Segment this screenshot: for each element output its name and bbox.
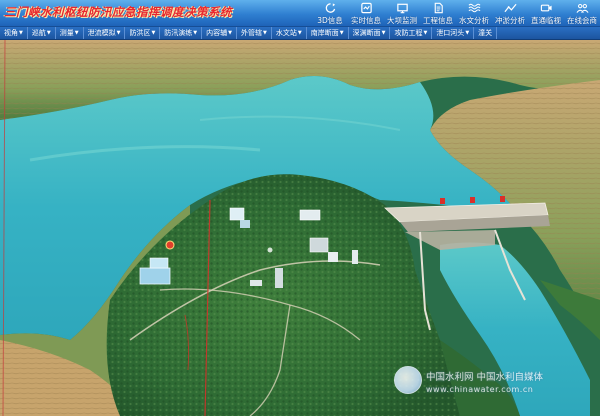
tool-label: 冲淤分析 <box>495 16 525 25</box>
menu-inner-jurisdiction[interactable]: 内容辅 ▼ <box>202 27 238 39</box>
watermark: 中国水利网 中国水利自媒体 www.chinawater.com.cn <box>394 366 594 410</box>
menu-flood-drill[interactable]: 防汛演练 ▼ <box>160 27 203 39</box>
caret-down-icon: ▼ <box>263 30 267 36</box>
tool-label: 水文分析 <box>459 16 489 25</box>
menu-label: 巡航 <box>31 29 46 37</box>
tool-label: 工程信息 <box>423 16 453 25</box>
caret-down-icon: ▼ <box>46 30 51 36</box>
caret-down-icon: ▼ <box>19 30 23 36</box>
menu-label: 防汛演练 <box>164 29 193 37</box>
dam-monitor-icon <box>396 3 408 14</box>
caret-down-icon: ▼ <box>297 30 302 36</box>
3d-scene-viewport[interactable]: 中国水利网 中国水利自媒体 www.chinawater.com.cn <box>0 40 600 416</box>
menu-label: 泄口河头 <box>436 29 465 37</box>
conference-icon <box>576 3 588 13</box>
watermark-line2: www.chinawater.com.cn <box>426 385 534 394</box>
menu-deep-section[interactable]: 深渊断面 ▼ <box>349 27 391 39</box>
menu-outlet-head[interactable]: 泄口河头 ▼ <box>432 27 475 39</box>
caret-down-icon: ▼ <box>228 30 233 36</box>
tool-label: 实时信息 <box>351 16 381 25</box>
waves-icon <box>468 3 480 13</box>
erosion-icon <box>503 3 517 13</box>
caret-down-icon: ▼ <box>465 30 470 36</box>
point-marker-icon[interactable] <box>267 247 273 253</box>
menu-cruise[interactable]: 巡航 ▼ <box>28 27 56 39</box>
title-bar: 三门峡水利枢纽防汛应急指挥调度决策系统 3D信息 实时信息 大坝监测 工程信息 … <box>0 0 600 27</box>
caret-down-icon: ▼ <box>339 30 344 36</box>
tool-dam-monitor[interactable]: 大坝监测 <box>384 0 420 27</box>
menu-tongguan[interactable]: 潼关 <box>474 27 498 39</box>
tool-3d-info[interactable]: 3D信息 <box>312 0 348 27</box>
menu-label: 防洪区 <box>129 29 151 37</box>
tool-hydro-analysis[interactable]: 水文分析 <box>456 0 492 27</box>
camera-icon <box>540 4 552 12</box>
menu-label: 深渊断面 <box>352 29 381 37</box>
watermark-logo-icon <box>394 366 422 394</box>
tool-erosion-analysis[interactable]: 冲淤分析 <box>492 0 528 27</box>
menu-south-section[interactable]: 南岸断面 ▼ <box>307 27 349 39</box>
menu-bar: 视角 ▼ 巡航 ▼ 测量 ▼ 泄流模拟 ▼ 防洪区 ▼ 防汛演练 ▼ 内容辅 ▼ 外管辖 ▼ 水… <box>0 27 600 40</box>
document-icon <box>434 2 443 14</box>
location-marker-icon[interactable] <box>165 240 175 250</box>
menu-label: 视角 <box>4 29 18 37</box>
menu-label: 外管辖 <box>241 29 263 37</box>
tool-label: 直通临视 <box>531 16 561 25</box>
tool-live-view[interactable]: 直通临视 <box>528 0 564 27</box>
watermark-line1: 中国水利网 中国水利自媒体 <box>426 372 544 383</box>
caret-down-icon: ▼ <box>423 30 428 36</box>
caret-down-icon: ▼ <box>381 30 386 36</box>
tool-label: 3D信息 <box>317 16 343 25</box>
menu-label: 水文站 <box>275 29 297 37</box>
menu-view[interactable]: 视角 ▼ <box>0 27 28 39</box>
menu-label: 测量 <box>59 29 74 37</box>
menu-label: 南岸断面 <box>310 29 339 37</box>
realtime-icon <box>360 2 372 14</box>
app-title: 三门峡水利枢纽防汛应急指挥调度决策系统 <box>4 5 232 19</box>
menu-outer-jurisdiction[interactable]: 外管辖 ▼ <box>237 27 272 39</box>
caret-down-icon: ▼ <box>116 30 121 36</box>
menu-label: 潼关 <box>478 29 493 37</box>
caret-down-icon: ▼ <box>151 30 156 36</box>
menu-label: 攻防工程 <box>394 29 423 37</box>
caret-down-icon: ▼ <box>74 30 79 36</box>
tool-online-consult[interactable]: 在线会商 <box>564 0 600 27</box>
refresh-3d-icon <box>325 3 335 13</box>
menu-measure[interactable]: 测量 ▼ <box>56 27 84 39</box>
menu-label: 内容辅 <box>206 29 228 37</box>
menu-label: 泄流模拟 <box>87 29 116 37</box>
tool-project-info[interactable]: 工程信息 <box>420 0 456 27</box>
tool-label: 大坝监测 <box>387 16 417 25</box>
menu-hydro-station[interactable]: 水文站 ▼ <box>272 27 307 39</box>
toolbar: 3D信息 实时信息 大坝监测 工程信息 水文分析 冲淤分析 直通临视 在线会商 <box>312 0 600 27</box>
menu-flood-zone[interactable]: 防洪区 ▼ <box>125 27 161 39</box>
menu-discharge-sim[interactable]: 泄流模拟 ▼ <box>84 27 126 39</box>
menu-defense-works[interactable]: 攻防工程 ▼ <box>390 27 433 39</box>
tool-realtime-info[interactable]: 实时信息 <box>348 0 384 27</box>
terrain-render[interactable] <box>0 40 600 416</box>
caret-down-icon: ▼ <box>193 30 198 36</box>
tool-label: 在线会商 <box>567 16 597 25</box>
